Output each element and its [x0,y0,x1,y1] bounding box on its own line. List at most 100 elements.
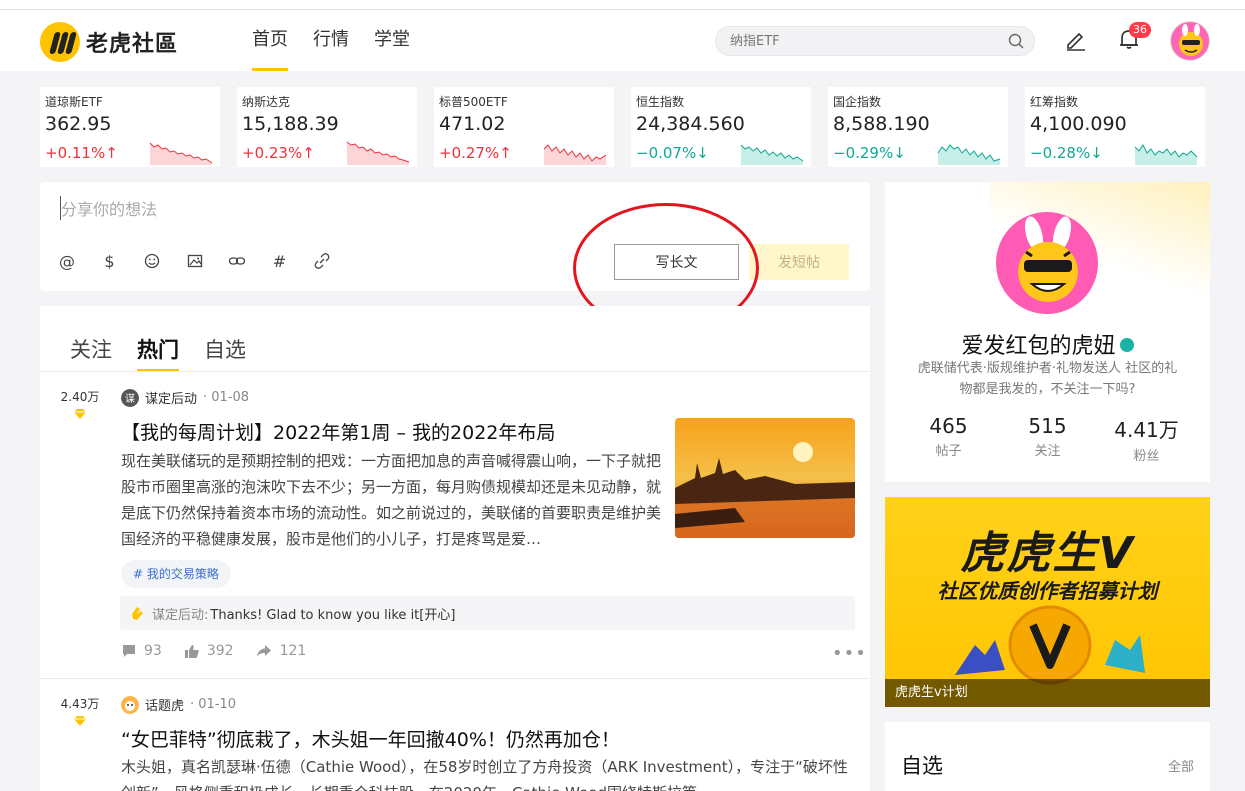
tab-watchlist[interactable]: 自选 [204,334,246,372]
attach-link-icon[interactable] [313,252,331,270]
sparkline-up-icon [346,141,410,165]
divider [40,678,870,679]
logo[interactable]: 老虎社區 [40,22,178,62]
banner-title: 虎虎生V [960,528,1135,579]
ticker-name: 纳斯达克 [242,95,291,109]
watchlist-title: 自选 [901,754,943,778]
ticker-change: +0.27%↑ [439,144,512,162]
ticker-value: 24,384.560 [636,113,745,135]
promo-banner[interactable]: 虎虎生V 社区优质创作者招募计划 虎虎生v计划 [885,497,1210,707]
ticker-card[interactable]: 恒生指数 24,384.560 −0.07%↓ [631,87,811,167]
ticker-card[interactable]: 道琼斯ETF 362.95 +0.11%↑ [40,87,220,167]
ticker-value: 362.95 [45,113,112,135]
ticker-card[interactable]: 纳斯达克 15,188.39 +0.23%↑ [237,87,417,167]
share-arrow-icon [256,645,271,657]
ticker-card[interactable]: 红筹指数 4,100.090 −0.28%↓ [1025,87,1205,167]
sparkline-down-icon [937,144,1001,165]
composer-input[interactable]: 分享你的想法 [60,196,157,220]
profile-stat-following[interactable]: 515 关注 [998,414,1097,464]
ticker-change: −0.07%↓ [636,144,709,162]
verified-icon [1119,338,1134,352]
post-stats: 93 392 121 [122,643,328,659]
author-name[interactable]: 谋定后动 [145,388,197,407]
post-topic-tag[interactable]: # 我的交易策略 [121,560,231,588]
hashtag-icon[interactable]: # [271,252,289,271]
dollar-icon[interactable]: $ [101,252,119,271]
diamond-icon [74,716,86,726]
nav-academy[interactable]: 学堂 [374,10,410,71]
ticker-change: −0.28%↓ [1030,144,1103,162]
featured-reply[interactable]: 谋定后动: Thanks! Glad to know you like it[开… [120,596,855,630]
like-button[interactable]: 392 [184,643,234,659]
post-composer: 分享你的想法 @ $ # 写长文 发短帖 [40,182,870,291]
divider [40,371,870,372]
nav-market[interactable]: 行情 [313,10,349,71]
ticker-name: 标普500ETF [439,95,508,109]
tiger-logo-icon [40,22,80,62]
post-date: · 01-10 [190,697,237,712]
ticker-change: +0.11%↑ [45,144,118,162]
post-excerpt[interactable]: 现在美联储玩的是预期控制的把戏：一方面把加息的声音喊得震山响，一下子就把股市币圈… [121,448,666,552]
post-title[interactable]: “女巴菲特”彻底栽了，木头姐一年回撤40%！仍然再加仓！ [121,725,620,752]
write-long-post-button[interactable]: 写长文 [614,244,739,280]
profile-card: 爱发红包的虎妞 虎联储代表·版规维护者·礼物发送人 社区的礼物都是我发的，不关注… [885,182,1210,482]
post-title[interactable]: 【我的每周计划】2022年第1周 – 我的2022年布局 [121,418,555,445]
logo-text: 老虎社區 [86,32,179,57]
main-nav: 首页 行情 学堂 [252,10,435,71]
tab-following[interactable]: 关注 [70,334,112,372]
search-icon[interactable] [1008,33,1024,49]
share-count: 121 [279,643,307,659]
more-options-icon[interactable]: ••• [832,643,867,664]
ticker-card[interactable]: 国企指数 8,588.190 −0.29%↓ [828,87,1008,167]
search-box [715,26,1035,56]
tab-hot[interactable]: 热门 [137,334,179,372]
author-avatar[interactable]: 谋 [121,388,139,407]
edit-icon[interactable] [1064,28,1088,52]
publish-short-post-button[interactable]: 发短帖 [749,244,849,280]
mention-icon[interactable]: @ [58,252,76,271]
image-icon[interactable] [186,252,204,270]
emoji-icon[interactable] [143,252,161,270]
post-author-row: 话题虎 · 01-10 [121,695,236,714]
comment-count: 93 [144,643,162,659]
notification-button[interactable]: 36 [1116,22,1151,54]
profile-stat-posts[interactable]: 465 帖子 [899,414,998,464]
like-count: 392 [206,643,234,659]
composer-toolbar: @ $ # [58,252,356,271]
reply-text: Thanks! Glad to know you like it[开心] [210,607,456,623]
window-top-edge [0,0,1245,10]
author-avatar[interactable] [121,695,139,714]
view-count: 2.40万 [60,390,100,404]
feed-panel: 关注 热门 自选 2.40万 谋 谋定后动 · 01-08 【我的每周计划】20… [40,306,870,791]
author-name[interactable]: 话题虎 [145,695,184,714]
thumbs-up-icon [184,645,199,658]
sparkline-down-icon [740,144,804,165]
ticker-name: 国企指数 [833,95,882,109]
share-button[interactable]: 121 [256,643,307,659]
stat-number: 4.41万 [1114,418,1179,442]
watchlist-all-link[interactable]: 全部 [1168,756,1194,775]
tiger-avatar-icon [1018,216,1078,302]
nav-home[interactable]: 首页 [252,10,288,71]
stat-number: 515 [1028,414,1067,438]
ticker-card[interactable]: 标普500ETF 471.02 +0.27%↑ [434,87,614,167]
profile-avatar[interactable] [996,212,1098,314]
ticker-change: +0.23%↑ [242,144,315,162]
profile-stat-followers[interactable]: 4.41万 粉丝 [1097,414,1196,464]
stat-label: 关注 [1034,444,1061,459]
search-input[interactable] [716,27,996,55]
feed-tabs: 关注 热门 自选 [70,334,271,372]
stat-label: 粉丝 [1133,449,1160,464]
ticker-value: 4,100.090 [1030,113,1127,135]
post-excerpt[interactable]: 木头姐，真名凯瑟琳·伍德（Cathie Wood），在58岁时创立了方舟投资（A… [121,754,856,791]
sparkline-up-icon [543,144,607,165]
ticker-name: 道琼斯ETF [45,95,103,109]
link-chain-icon[interactable] [228,252,246,270]
user-avatar[interactable] [1170,21,1210,61]
profile-stats: 465 帖子 515 关注 4.41万 粉丝 [899,414,1196,464]
ticker-value: 8,588.190 [833,113,930,135]
sparkline-down-icon [1134,144,1198,165]
profile-name[interactable]: 爱发红包的虎妞 [885,328,1210,360]
comment-button[interactable]: 93 [122,643,162,659]
post-thumbnail[interactable] [675,418,855,538]
